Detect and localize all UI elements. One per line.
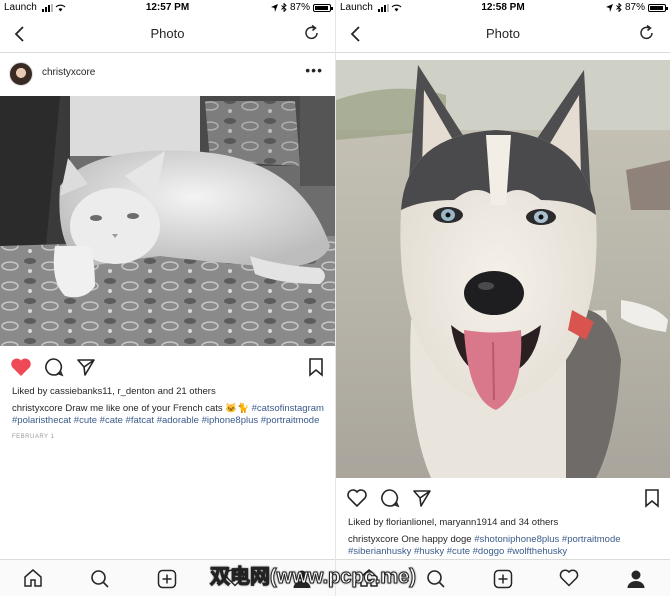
watermark: 双电网(www.pcpc.me) [210, 566, 417, 589]
like-heart-icon[interactable] [10, 357, 32, 377]
caption: christyxcore One happy doge #shotoniphon… [348, 534, 662, 558]
battery-icon [313, 3, 333, 12]
refresh-icon[interactable] [638, 24, 656, 42]
avatar[interactable] [9, 62, 33, 86]
likes-suffix[interactable]: and 21 others [155, 386, 216, 397]
post-meta: Liked by cassiebanks11, r_denton and 21 … [12, 386, 327, 443]
battery-percent: 87% [289, 2, 310, 13]
status-bar: Launch 12:58 PM 87% [336, 0, 670, 17]
battery-icon [648, 3, 668, 12]
bluetooth-icon [281, 3, 287, 12]
liked-users[interactable]: florianlionel, maryann1914 [386, 517, 497, 528]
right-screen: Launch 12:58 PM 87% Photo Liked by flori… [335, 0, 670, 596]
bookmark-icon[interactable] [308, 358, 324, 377]
caption-text: One happy doge [398, 534, 475, 545]
activity-heart-icon[interactable] [559, 569, 579, 587]
profile-icon[interactable] [626, 569, 646, 589]
post-date: FEBRUARY 1 [12, 434, 55, 440]
dog-photo-image [336, 60, 670, 478]
search-icon[interactable] [90, 569, 110, 589]
search-icon[interactable] [426, 569, 446, 589]
post-action-row [0, 356, 335, 384]
bluetooth-icon [616, 3, 622, 12]
comment-icon[interactable] [44, 357, 64, 377]
caption: christyxcore Draw me like one of your Fr… [12, 403, 327, 427]
post-header: christyxcore ••• [0, 58, 335, 92]
battery-percent: 87% [624, 2, 645, 13]
post-photo-cat[interactable] [0, 96, 335, 346]
bookmark-icon[interactable] [644, 489, 660, 508]
post-photo-dog[interactable] [336, 60, 670, 478]
home-icon[interactable] [23, 569, 43, 587]
share-direct-icon[interactable] [76, 357, 96, 377]
post-action-row [336, 487, 670, 515]
add-post-icon[interactable] [493, 569, 513, 589]
left-screen: Launch 12:57 PM 87% Photo christyxcore •… [0, 0, 335, 596]
like-heart-icon[interactable] [346, 488, 368, 508]
refresh-icon[interactable] [303, 24, 321, 42]
caption-username[interactable]: christyxcore [348, 534, 399, 545]
likes-prefix: Liked by [12, 386, 51, 397]
caption-text: Draw me like one of your French cats 🐱🐈 [62, 403, 249, 414]
post-meta: Liked by florianlionel, maryann1914 and … [348, 517, 662, 558]
likes-line: Liked by cassiebanks11, r_denton and 21 … [12, 386, 327, 398]
location-icon [270, 3, 278, 12]
likes-line: Liked by florianlionel, maryann1914 and … [348, 517, 662, 529]
nav-bar: Photo [336, 17, 670, 53]
status-right: 87% [270, 2, 333, 13]
status-right: 87% [605, 2, 668, 13]
liked-users[interactable]: cassiebanks11, r_denton [50, 386, 155, 397]
location-icon [605, 3, 613, 12]
page-title: Photo [150, 26, 185, 41]
likes-prefix: Liked by [348, 517, 387, 528]
add-post-icon[interactable] [157, 569, 177, 589]
status-bar: Launch 12:57 PM 87% [0, 0, 335, 17]
post-username[interactable]: christyxcore [42, 67, 95, 78]
likes-suffix[interactable]: and 34 others [497, 517, 558, 528]
more-options-icon[interactable]: ••• [305, 62, 323, 78]
caption-username[interactable]: christyxcore [12, 403, 63, 414]
comment-icon[interactable] [380, 488, 400, 508]
page-title: Photo [486, 26, 520, 41]
share-direct-icon[interactable] [412, 488, 432, 508]
cat-photo-image [0, 96, 335, 346]
nav-bar: Photo [0, 17, 335, 53]
